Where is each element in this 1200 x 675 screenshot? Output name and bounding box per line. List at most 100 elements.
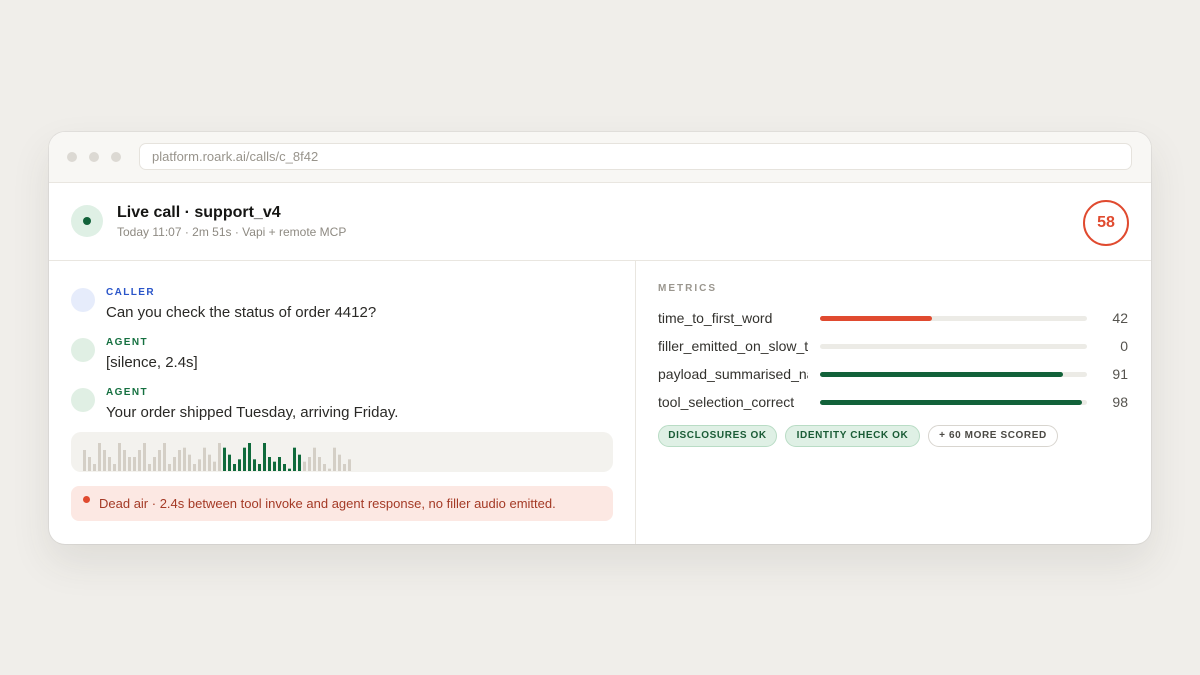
alert-text: Dead air · 2.4s between tool invoke and …	[99, 496, 556, 511]
window-minimize-dot-icon[interactable]	[89, 152, 99, 162]
browser-titlebar: platform.roark.ai/calls/c_8f42	[49, 132, 1151, 183]
tag-identity-check-ok[interactable]: IDENTITY CHECK OK	[785, 425, 920, 447]
waveform-bar	[213, 461, 216, 471]
waveform-bar	[128, 457, 131, 471]
waveform-bar	[83, 450, 86, 471]
waveform-bar	[103, 450, 106, 471]
transcript-pane: CALLER Can you check the status of order…	[49, 260, 636, 544]
waveform-bar	[153, 457, 156, 471]
metric-row: tool_selection_correct 98	[658, 393, 1128, 413]
waveform-bar-active	[223, 447, 226, 471]
message-text: Your order shipped Tuesday, arriving Fri…	[106, 404, 399, 421]
metric-row: payload_summarised_naturally 91	[658, 365, 1128, 385]
waveform-bar-active	[253, 459, 256, 471]
message-role: CALLER	[106, 287, 155, 298]
waveform-bar-active	[258, 464, 261, 471]
metric-row: filler_emitted_on_slow_tool 0	[658, 337, 1128, 357]
waveform-bar	[333, 447, 336, 471]
waveform-bar	[138, 450, 141, 471]
waveform-bar	[143, 443, 146, 471]
waveform-bar	[328, 468, 331, 471]
waveform-bar	[118, 443, 121, 471]
waveform-bar	[343, 464, 346, 471]
metric-name: payload_summarised_naturally	[658, 366, 808, 382]
waveform-bar-active	[278, 457, 281, 471]
waveform-bar	[303, 461, 306, 471]
message-text: Can you check the status of order 4412?	[106, 304, 377, 321]
audio-waveform[interactable]	[71, 432, 613, 472]
waveform-bar	[158, 450, 161, 471]
caller-avatar	[71, 288, 95, 312]
window-maximize-dot-icon[interactable]	[111, 152, 121, 162]
waveform-bar	[148, 464, 151, 471]
waveform-bar	[168, 464, 171, 471]
dead-air-alert: Dead air · 2.4s between tool invoke and …	[71, 486, 613, 521]
metric-bar-track	[820, 400, 1087, 405]
live-dot-icon	[71, 205, 103, 237]
waveform-bar-active	[228, 454, 231, 471]
metric-value: 91	[1112, 366, 1128, 382]
alert-dot-icon	[83, 496, 90, 503]
waveform-bar	[178, 450, 181, 471]
agent-avatar	[71, 388, 95, 412]
metrics-pane: METRICS time_to_first_word 42 filler_emi…	[636, 260, 1151, 544]
waveform-bar	[163, 443, 166, 471]
waveform-bar-active	[263, 443, 266, 471]
metric-name: time_to_first_word	[658, 310, 773, 326]
waveform-bar	[218, 443, 221, 471]
metric-name: filler_emitted_on_slow_tool	[658, 338, 808, 354]
metric-bar-track	[820, 372, 1087, 377]
metric-bar-track	[820, 344, 1087, 349]
message-role: AGENT	[106, 337, 148, 348]
metric-name: tool_selection_correct	[658, 394, 795, 410]
agent-avatar	[71, 338, 95, 362]
waveform-bar-active	[288, 468, 291, 471]
metric-bar-track	[820, 316, 1087, 321]
waveform-bar	[173, 457, 176, 471]
more-scored-button[interactable]: + 60 MORE SCORED	[928, 425, 1058, 447]
metric-bar-fill	[820, 372, 1063, 377]
waveform-bar	[318, 457, 321, 471]
metric-value: 42	[1112, 310, 1128, 326]
message-role: AGENT	[106, 387, 148, 398]
waveform-bar	[98, 443, 101, 471]
waveform-bar	[93, 464, 96, 471]
metrics-heading: METRICS	[658, 283, 717, 294]
waveform-bar-active	[248, 443, 251, 471]
waveform-bar-active	[233, 464, 236, 471]
waveform-bar	[123, 450, 126, 471]
waveform-bar	[198, 459, 201, 471]
waveform-bar-active	[283, 464, 286, 471]
waveform-bar	[113, 464, 116, 471]
waveform-bar	[203, 447, 206, 471]
waveform-bar	[313, 447, 316, 471]
waveform-bar	[323, 464, 326, 471]
call-title: Live call · support_v4	[117, 204, 281, 221]
waveform-bar	[88, 457, 91, 471]
message-text: [silence, 2.4s]	[106, 354, 198, 371]
waveform-bar	[108, 457, 111, 471]
address-bar[interactable]: platform.roark.ai/calls/c_8f42	[139, 143, 1132, 170]
waveform-bar-active	[273, 461, 276, 471]
waveform-bars	[83, 443, 351, 471]
waveform-bar	[183, 447, 186, 471]
waveform-bar	[338, 454, 341, 471]
waveform-bar-active	[238, 459, 241, 471]
metric-bar-fill	[820, 316, 933, 321]
waveform-bar-active	[298, 454, 301, 471]
waveform-bar	[308, 457, 311, 471]
browser-window: platform.roark.ai/calls/c_8f42 Live call…	[49, 132, 1151, 544]
waveform-bar	[188, 454, 191, 471]
waveform-bar-active	[243, 447, 246, 471]
waveform-bar	[133, 457, 136, 471]
waveform-bar	[193, 464, 196, 471]
metric-value: 0	[1120, 338, 1128, 354]
call-meta: Today 11:07 · 2m 51s · Vapi + remote MCP	[117, 225, 347, 239]
metric-row: time_to_first_word 42	[658, 309, 1128, 329]
waveform-bar-active	[293, 447, 296, 471]
waveform-bar	[208, 454, 211, 471]
tag-disclosures-ok[interactable]: DISCLOSURES OK	[658, 425, 777, 447]
window-close-dot-icon[interactable]	[67, 152, 77, 162]
metric-value: 98	[1112, 394, 1128, 410]
waveform-bar	[348, 459, 351, 471]
